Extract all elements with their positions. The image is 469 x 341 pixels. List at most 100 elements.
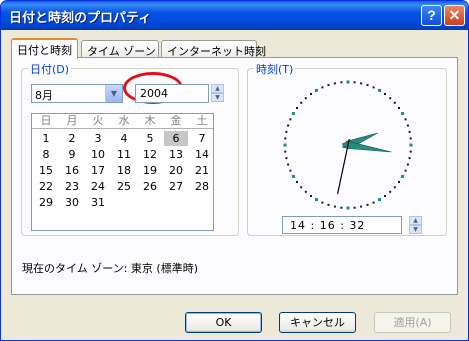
minute-marker	[389, 97, 392, 100]
calendar-day[interactable]: 27	[164, 179, 188, 194]
hour-marker	[409, 143, 413, 147]
minute-marker	[372, 201, 375, 204]
calendar-day[interactable]: 19	[138, 163, 162, 178]
minute-marker	[284, 137, 287, 140]
minute-marker	[304, 190, 307, 193]
minute-marker	[406, 163, 409, 166]
minute-marker	[398, 181, 400, 183]
calendar-day[interactable]: 14	[190, 147, 214, 162]
calendar-day[interactable]: 25	[112, 179, 136, 194]
minute-marker	[384, 195, 386, 197]
hour-marker	[401, 175, 405, 178]
hour-marker	[291, 175, 295, 178]
hour-marker	[401, 112, 405, 115]
calendar-day[interactable]: 22	[34, 179, 58, 194]
minute-marker	[310, 93, 312, 95]
minute-marker	[409, 137, 412, 140]
calendar-grid[interactable]: 日月火水木金土 1 2 3 4 5 6 7 8 9 10 11 12 13 14 15 16 17 18 19 20 2…	[31, 113, 214, 231]
chevron-down-icon[interactable]: ▼	[105, 85, 122, 102]
weekday-label: 火	[92, 114, 104, 127]
calendar-day[interactable]: 4	[112, 131, 136, 146]
year-value: 2004	[140, 87, 168, 100]
close-button[interactable]: ✕	[444, 5, 465, 26]
title-bar[interactable]: 日付と時刻のプロパティ ? ✕	[1, 1, 468, 30]
calendar-day[interactable]: 24	[86, 179, 110, 194]
calendar-day[interactable]: 26	[138, 179, 162, 194]
calendar-day[interactable]: 29	[34, 195, 58, 210]
calendar-day[interactable]: 21	[190, 163, 214, 178]
calendar-day[interactable]: 17	[86, 163, 110, 178]
calendar-day[interactable]: 23	[60, 179, 84, 194]
weekday-label: 木	[144, 114, 156, 127]
calendar-day[interactable]: 18	[112, 163, 136, 178]
calendar-day[interactable]: 31	[86, 195, 110, 210]
calendar-day[interactable]: 15	[34, 163, 58, 178]
minute-marker	[321, 201, 324, 204]
minute-marker	[372, 86, 375, 89]
calendar-day[interactable]: 8	[34, 147, 58, 162]
minute-hand	[341, 141, 392, 153]
calendar-day[interactable]: 5	[138, 131, 162, 146]
spin-up-icon[interactable]: ▲	[409, 216, 422, 225]
spin-up-icon[interactable]: ▲	[211, 84, 224, 93]
calendar-day[interactable]: 10	[86, 147, 110, 162]
minute-marker	[321, 86, 324, 89]
calendar-day[interactable]: 12	[138, 147, 162, 162]
time-spinner[interactable]: ▲ ▼	[409, 216, 422, 235]
tab-internet-time[interactable]: インターネット時刻	[161, 40, 266, 58]
ok-button[interactable]: OK	[185, 312, 262, 333]
minute-marker	[393, 186, 396, 189]
minute-marker	[287, 124, 290, 127]
help-button[interactable]: ?	[421, 5, 442, 26]
dialog-window: 日付と時刻のプロパティ ? ✕ 日付と時刻 タイム ゾーン インターネット時刻 …	[0, 0, 469, 341]
minute-marker	[327, 84, 330, 87]
calendar-day[interactable]: 16	[60, 163, 84, 178]
calendar-day[interactable]: 1	[34, 131, 58, 146]
calendar-day[interactable]: 11	[112, 147, 136, 162]
hour-marker	[315, 198, 318, 202]
calendar-day[interactable]: 3	[86, 131, 110, 146]
minute-marker	[296, 107, 298, 109]
calendar-day[interactable]: 28	[190, 179, 214, 194]
weekday-label: 金	[170, 114, 182, 127]
apply-button[interactable]: 適用(A)	[374, 312, 451, 333]
tab-date-time[interactable]: 日付と時刻	[11, 38, 78, 59]
minute-marker	[398, 107, 400, 109]
hour-marker	[346, 80, 350, 84]
time-input[interactable]: 14 : 16 : 32	[282, 216, 402, 234]
calendar-day[interactable]: 30	[60, 195, 84, 210]
minute-marker	[289, 169, 292, 172]
calendar-day[interactable]: 6	[164, 131, 188, 146]
spin-down-icon[interactable]: ▼	[211, 93, 224, 102]
minute-marker	[296, 181, 298, 183]
minute-marker	[333, 205, 336, 208]
hour-marker	[283, 143, 287, 147]
minute-marker	[408, 157, 411, 160]
minute-marker	[310, 195, 312, 197]
calendar-weekday-header: 日月火水木金土	[32, 114, 213, 129]
minute-marker	[304, 97, 307, 100]
calendar-day[interactable]: 7	[190, 131, 214, 146]
analog-clock	[283, 80, 413, 210]
weekday-label: 日	[40, 114, 52, 127]
year-spinner[interactable]: ▲ ▼	[211, 84, 224, 103]
hour-marker	[378, 88, 381, 92]
month-dropdown[interactable]: 8月 ▼	[31, 84, 123, 103]
tab-panel: 日付(D) 8月 ▼ 2004 ▲ ▼ 日月火水木金土 1 2 3 4 5 6 7 8 9 10 1…	[11, 57, 458, 295]
minute-marker	[404, 118, 407, 121]
cancel-button[interactable]: キャンセル	[279, 312, 356, 333]
calendar-day[interactable]: 9	[60, 147, 84, 162]
minute-marker	[406, 124, 409, 127]
calendar-day[interactable]: 20	[164, 163, 188, 178]
tab-time-zone[interactable]: タイム ゾーン	[81, 40, 159, 58]
spin-down-icon[interactable]: ▼	[409, 225, 422, 234]
calendar-day[interactable]: 2	[60, 131, 84, 146]
calendar-day[interactable]: 13	[164, 147, 188, 162]
time-value: 14 : 16 : 32	[290, 219, 366, 232]
minute-marker	[340, 206, 343, 209]
minute-marker	[285, 157, 288, 160]
minute-marker	[340, 81, 343, 84]
year-input[interactable]: 2004	[135, 84, 209, 103]
weekday-label: 土	[196, 114, 208, 127]
minute-marker	[353, 206, 356, 209]
